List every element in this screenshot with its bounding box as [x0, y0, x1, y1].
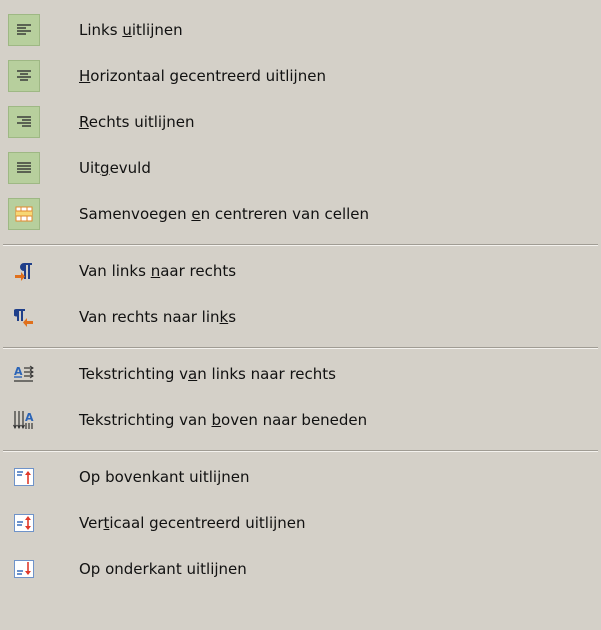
text-direction-vertical-icon: A: [8, 404, 40, 436]
menu-item-align-center[interactable]: Horizontaal gecentreerd uitlijnen: [0, 57, 601, 103]
menu-item-align-top[interactable]: Op bovenkant uitlijnen: [0, 458, 601, 504]
svg-text:A: A: [14, 365, 23, 378]
menu-item-align-vcenter[interactable]: Verticaal gecentreerd uitlijnen: [0, 504, 601, 550]
paragraph-ltr-icon: [8, 255, 40, 287]
menu-item-align-left[interactable]: Links uitlijnen: [0, 11, 601, 57]
align-bottom-icon: [8, 553, 40, 585]
menu-item-label: Van links naar rechts: [79, 262, 237, 280]
menu-separator: [3, 347, 598, 349]
menu-separator: [3, 450, 598, 452]
svg-text:A: A: [25, 411, 34, 424]
menu-item-label: Verticaal gecentreerd uitlijnen: [79, 514, 306, 532]
align-right-icon: [8, 106, 40, 138]
menu-item-align-right[interactable]: Rechts uitlijnen: [0, 103, 601, 149]
menu-item-text-vertical[interactable]: A Tekstrichting van boven naar beneden: [0, 401, 601, 447]
menu-item-label: Samenvoegen en centreren van cellen: [79, 205, 370, 223]
menu-item-label: Tekstrichting van boven naar beneden: [79, 411, 368, 429]
merge-center-cells-icon: [8, 198, 40, 230]
menu-item-label: Horizontaal gecentreerd uitlijnen: [79, 67, 326, 85]
menu-item-ltr[interactable]: Van links naar rechts: [0, 252, 601, 298]
menu-item-align-bottom[interactable]: Op onderkant uitlijnen: [0, 550, 601, 596]
alignment-context-menu: Links uitlijnen Horizontaal gecentreerd …: [0, 0, 601, 630]
menu-item-merge-center[interactable]: Samenvoegen en centreren van cellen: [0, 195, 601, 241]
menu-item-label: Rechts uitlijnen: [79, 113, 195, 131]
menu-separator: [3, 244, 598, 246]
paragraph-rtl-icon: [8, 301, 40, 333]
text-direction-horizontal-icon: A: [8, 358, 40, 390]
menu-item-label: Op bovenkant uitlijnen: [79, 468, 250, 486]
menu-item-label: Links uitlijnen: [79, 21, 183, 39]
menu-item-label: Tekstrichting van links naar rechts: [79, 365, 336, 383]
align-left-icon: [8, 14, 40, 46]
menu-item-label: Van rechts naar links: [79, 308, 237, 326]
menu-item-text-horizontal[interactable]: A Tekstrichting van links naar rechts: [0, 355, 601, 401]
menu-item-rtl[interactable]: Van rechts naar links: [0, 298, 601, 344]
menu-item-label: Op onderkant uitlijnen: [79, 560, 247, 578]
menu-item-justify[interactable]: Uitgevuld: [0, 149, 601, 195]
menu-item-label: Uitgevuld: [79, 159, 151, 177]
align-center-icon: [8, 60, 40, 92]
align-justify-icon: [8, 152, 40, 184]
align-top-icon: [8, 461, 40, 493]
align-vertical-center-icon: [8, 507, 40, 539]
